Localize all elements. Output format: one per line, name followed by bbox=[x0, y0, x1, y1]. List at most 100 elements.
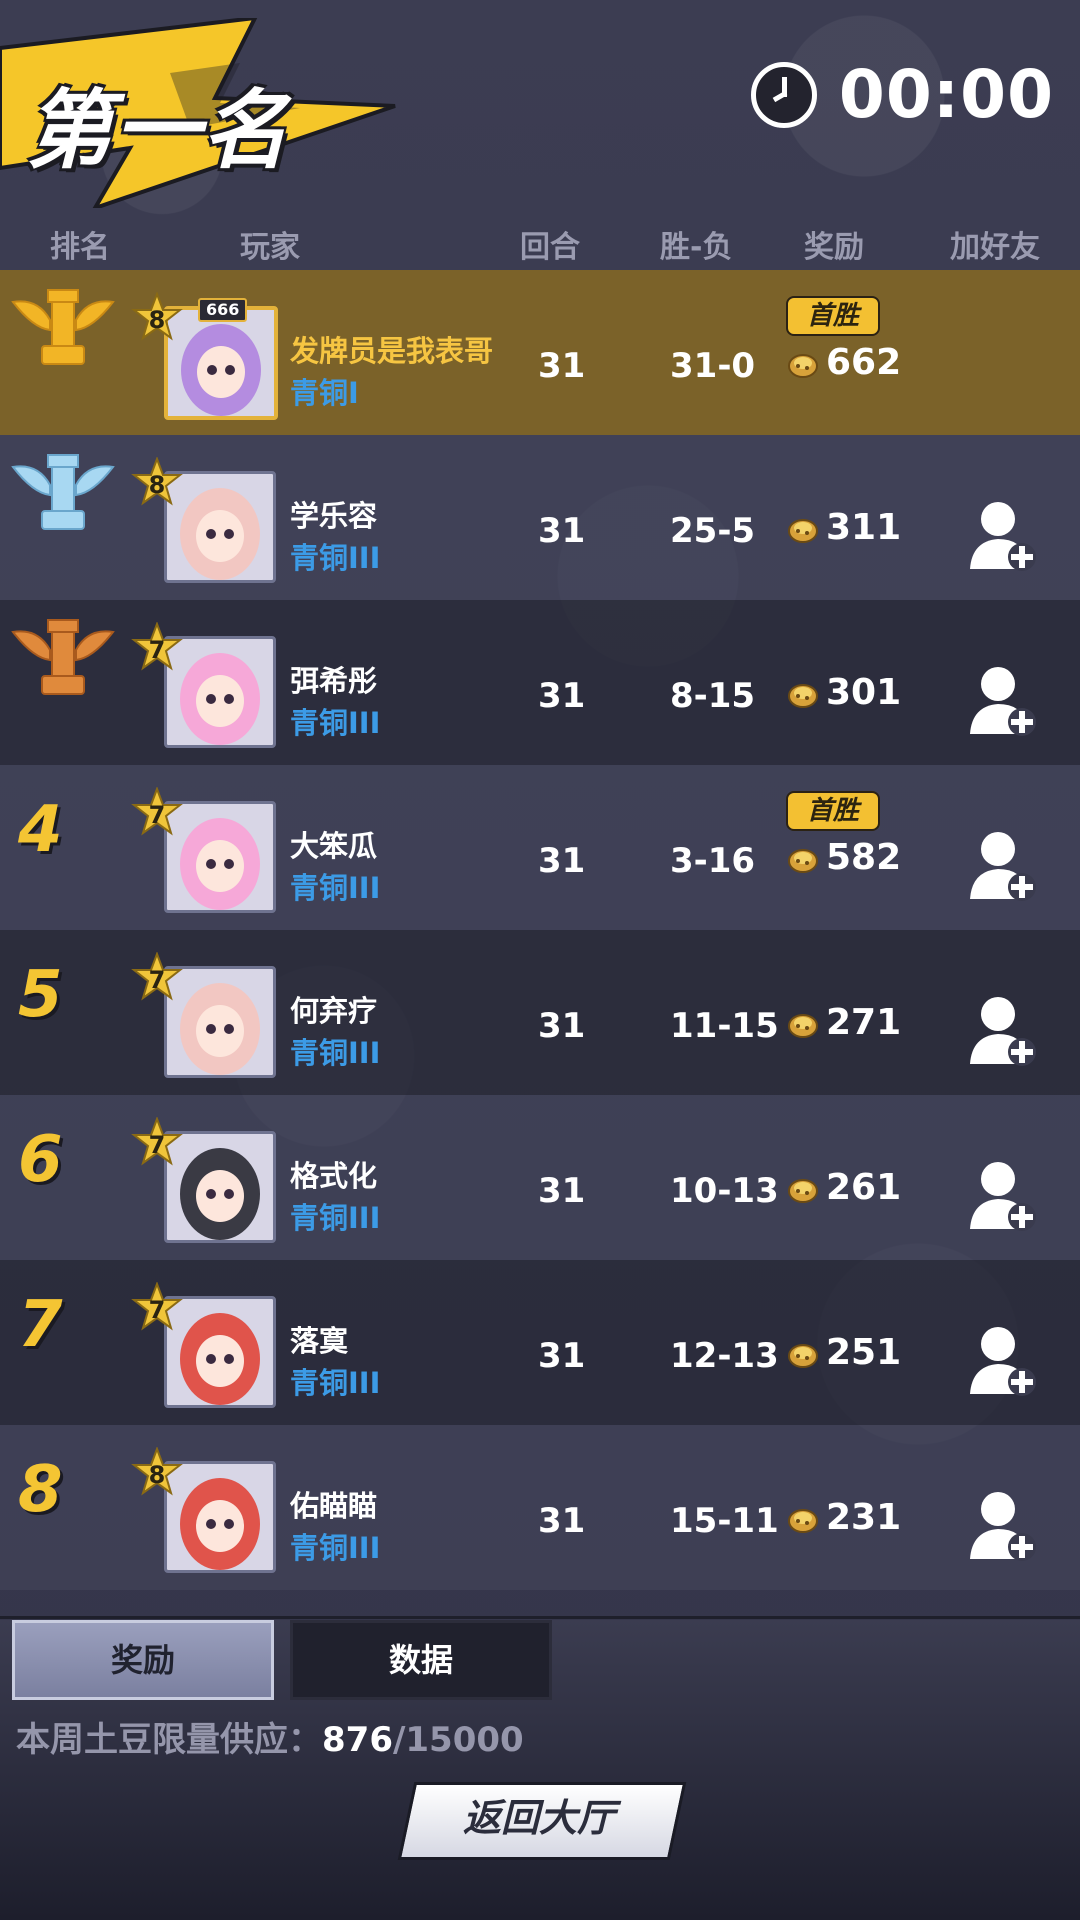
star-level: 7 bbox=[148, 1131, 166, 1159]
player-name: 落寞 bbox=[290, 1324, 349, 1358]
player-tier: 青铜III bbox=[290, 1201, 381, 1235]
player-tier: 青铜III bbox=[290, 1366, 381, 1400]
tab-data[interactable]: 数据 bbox=[290, 1620, 552, 1700]
star-level: 8 bbox=[148, 1461, 166, 1489]
reward: 301 bbox=[786, 672, 901, 713]
potato-coin-icon bbox=[788, 518, 818, 543]
player-name: 发牌员是我表哥 bbox=[290, 334, 494, 368]
round-value: 31 bbox=[538, 1501, 586, 1541]
table-row: 8 8 佑瞄瞄 青铜III 31 15-11 231 bbox=[0, 1425, 1080, 1590]
reward-value: 311 bbox=[826, 507, 902, 548]
round-value: 31 bbox=[538, 1006, 586, 1046]
player-avatar[interactable]: 7 bbox=[130, 622, 280, 752]
tab-reward[interactable]: 奖励 bbox=[12, 1620, 274, 1700]
reward: 311 bbox=[786, 507, 901, 548]
supply-label: 本周土豆限量供应： bbox=[16, 1720, 322, 1760]
reward: 662 bbox=[786, 342, 901, 383]
player-tier: 青铜III bbox=[290, 706, 381, 740]
round-value: 31 bbox=[538, 676, 586, 716]
player-avatar[interactable]: 7 bbox=[130, 787, 280, 917]
timer: 00:00 bbox=[750, 56, 1054, 133]
divider bbox=[0, 1616, 1080, 1619]
win-loss-value: 11-15 bbox=[670, 1006, 779, 1046]
reward: 231 bbox=[786, 1497, 901, 1538]
player-avatar[interactable]: 8 bbox=[130, 457, 280, 587]
rank-number: 5 bbox=[18, 958, 63, 1032]
timer-text: 00:00 bbox=[838, 56, 1054, 133]
col-reward: 奖励 bbox=[804, 230, 864, 265]
win-loss-value: 31-0 bbox=[670, 346, 756, 386]
potato-coin-icon bbox=[788, 1343, 818, 1368]
table-row: 6 7 格式化 青铜III 31 10-13 261 bbox=[0, 1095, 1080, 1260]
player-name: 佑瞄瞄 bbox=[290, 1489, 378, 1523]
win-loss-value: 25-5 bbox=[670, 511, 756, 551]
add-friend-icon[interactable] bbox=[968, 1159, 1038, 1233]
reward-value: 261 bbox=[826, 1167, 902, 1208]
player-avatar[interactable]: 8 bbox=[130, 1447, 280, 1577]
col-win-loss: 胜-负 bbox=[660, 230, 733, 265]
player-tier: 青铜III bbox=[290, 1531, 381, 1565]
player-tier: 青铜III bbox=[290, 871, 381, 905]
add-friend-icon[interactable] bbox=[968, 994, 1038, 1068]
player-name: 弭希彤 bbox=[290, 664, 378, 698]
player-tier: 青铜III bbox=[290, 541, 381, 575]
player-tier: 青铜I bbox=[290, 376, 359, 410]
potato-coin-icon bbox=[788, 848, 818, 873]
level-tag: 666 bbox=[198, 298, 248, 322]
clock-icon bbox=[750, 61, 817, 128]
reward: 251 bbox=[786, 1332, 901, 1373]
rank-number: 8 bbox=[18, 1453, 63, 1527]
add-friend-icon[interactable] bbox=[968, 829, 1038, 903]
win-loss-value: 3-16 bbox=[670, 841, 756, 881]
round-value: 31 bbox=[538, 346, 586, 386]
first-win-badge: 首胜 bbox=[786, 296, 880, 336]
add-friend-icon[interactable] bbox=[968, 664, 1038, 738]
table-row: 7 7 落寞 青铜III 31 12-13 251 bbox=[0, 1260, 1080, 1425]
star-level: 7 bbox=[148, 636, 166, 664]
star-level: 8 bbox=[148, 306, 166, 334]
weekly-supply: 本周土豆限量供应：876/15000 bbox=[16, 1712, 524, 1761]
first-win-badge: 首胜 bbox=[786, 791, 880, 831]
rank-number: 4 bbox=[18, 793, 63, 867]
bronze-trophy-icon bbox=[11, 619, 115, 695]
rank-number: 6 bbox=[18, 1123, 63, 1197]
player-avatar[interactable]: 7 bbox=[130, 952, 280, 1082]
add-friend-icon[interactable] bbox=[968, 499, 1038, 573]
potato-coin-icon bbox=[788, 353, 818, 378]
supply-current: 876 bbox=[322, 1720, 393, 1760]
table-row: 8 学乐容青铜III 31 25-5 311 bbox=[0, 435, 1080, 600]
table-row: 8 666 发牌员是我表哥 青铜I 31 31-0 首胜 662 bbox=[0, 270, 1080, 435]
column-headers: 排名 玩家 回合 胜-负 奖励 加好友 bbox=[0, 222, 1080, 268]
potato-coin-icon bbox=[788, 683, 818, 708]
reward: 261 bbox=[786, 1167, 901, 1208]
player-avatar[interactable]: 7 bbox=[130, 1117, 280, 1247]
reward-value: 662 bbox=[826, 342, 902, 383]
gold-trophy-icon bbox=[11, 289, 115, 365]
add-friend-icon[interactable] bbox=[968, 1324, 1038, 1398]
rank-number: 7 bbox=[18, 1288, 63, 1362]
round-value: 31 bbox=[538, 511, 586, 551]
table-row: 4 7 大笨瓜 青铜III 31 3-16 首胜 582 bbox=[0, 765, 1080, 930]
back-to-lobby-label[interactable]: 返回大厅 bbox=[406, 1782, 672, 1854]
player-tier: 青铜III bbox=[290, 1036, 381, 1070]
reward: 271 bbox=[786, 1002, 901, 1043]
win-loss-value: 12-13 bbox=[670, 1336, 779, 1376]
star-level: 7 bbox=[148, 966, 166, 994]
reward-value: 251 bbox=[826, 1332, 902, 1373]
col-add-friend: 加好友 bbox=[950, 230, 1040, 265]
potato-coin-icon bbox=[788, 1508, 818, 1533]
page-title: 第一名 bbox=[26, 81, 290, 181]
player-name: 何弃疗 bbox=[290, 994, 378, 1028]
round-value: 31 bbox=[538, 841, 586, 881]
add-friend-icon[interactable] bbox=[968, 1489, 1038, 1563]
player-avatar[interactable]: 8 666 bbox=[130, 292, 280, 422]
player-avatar[interactable]: 7 bbox=[130, 1282, 280, 1412]
reward-value: 271 bbox=[826, 1002, 902, 1043]
player-name: 大笨瓜 bbox=[290, 829, 378, 863]
col-round: 回合 bbox=[520, 230, 580, 265]
player-name: 学乐容 bbox=[290, 499, 378, 533]
star-level: 8 bbox=[148, 471, 166, 499]
potato-coin-icon bbox=[788, 1178, 818, 1203]
table-row: 7 弭希彤 青铜III 31 8-15 301 bbox=[0, 600, 1080, 765]
ranking-list: 8 666 发牌员是我表哥 青铜I 31 31-0 首胜 662 8 学乐容 青… bbox=[0, 270, 1080, 1590]
